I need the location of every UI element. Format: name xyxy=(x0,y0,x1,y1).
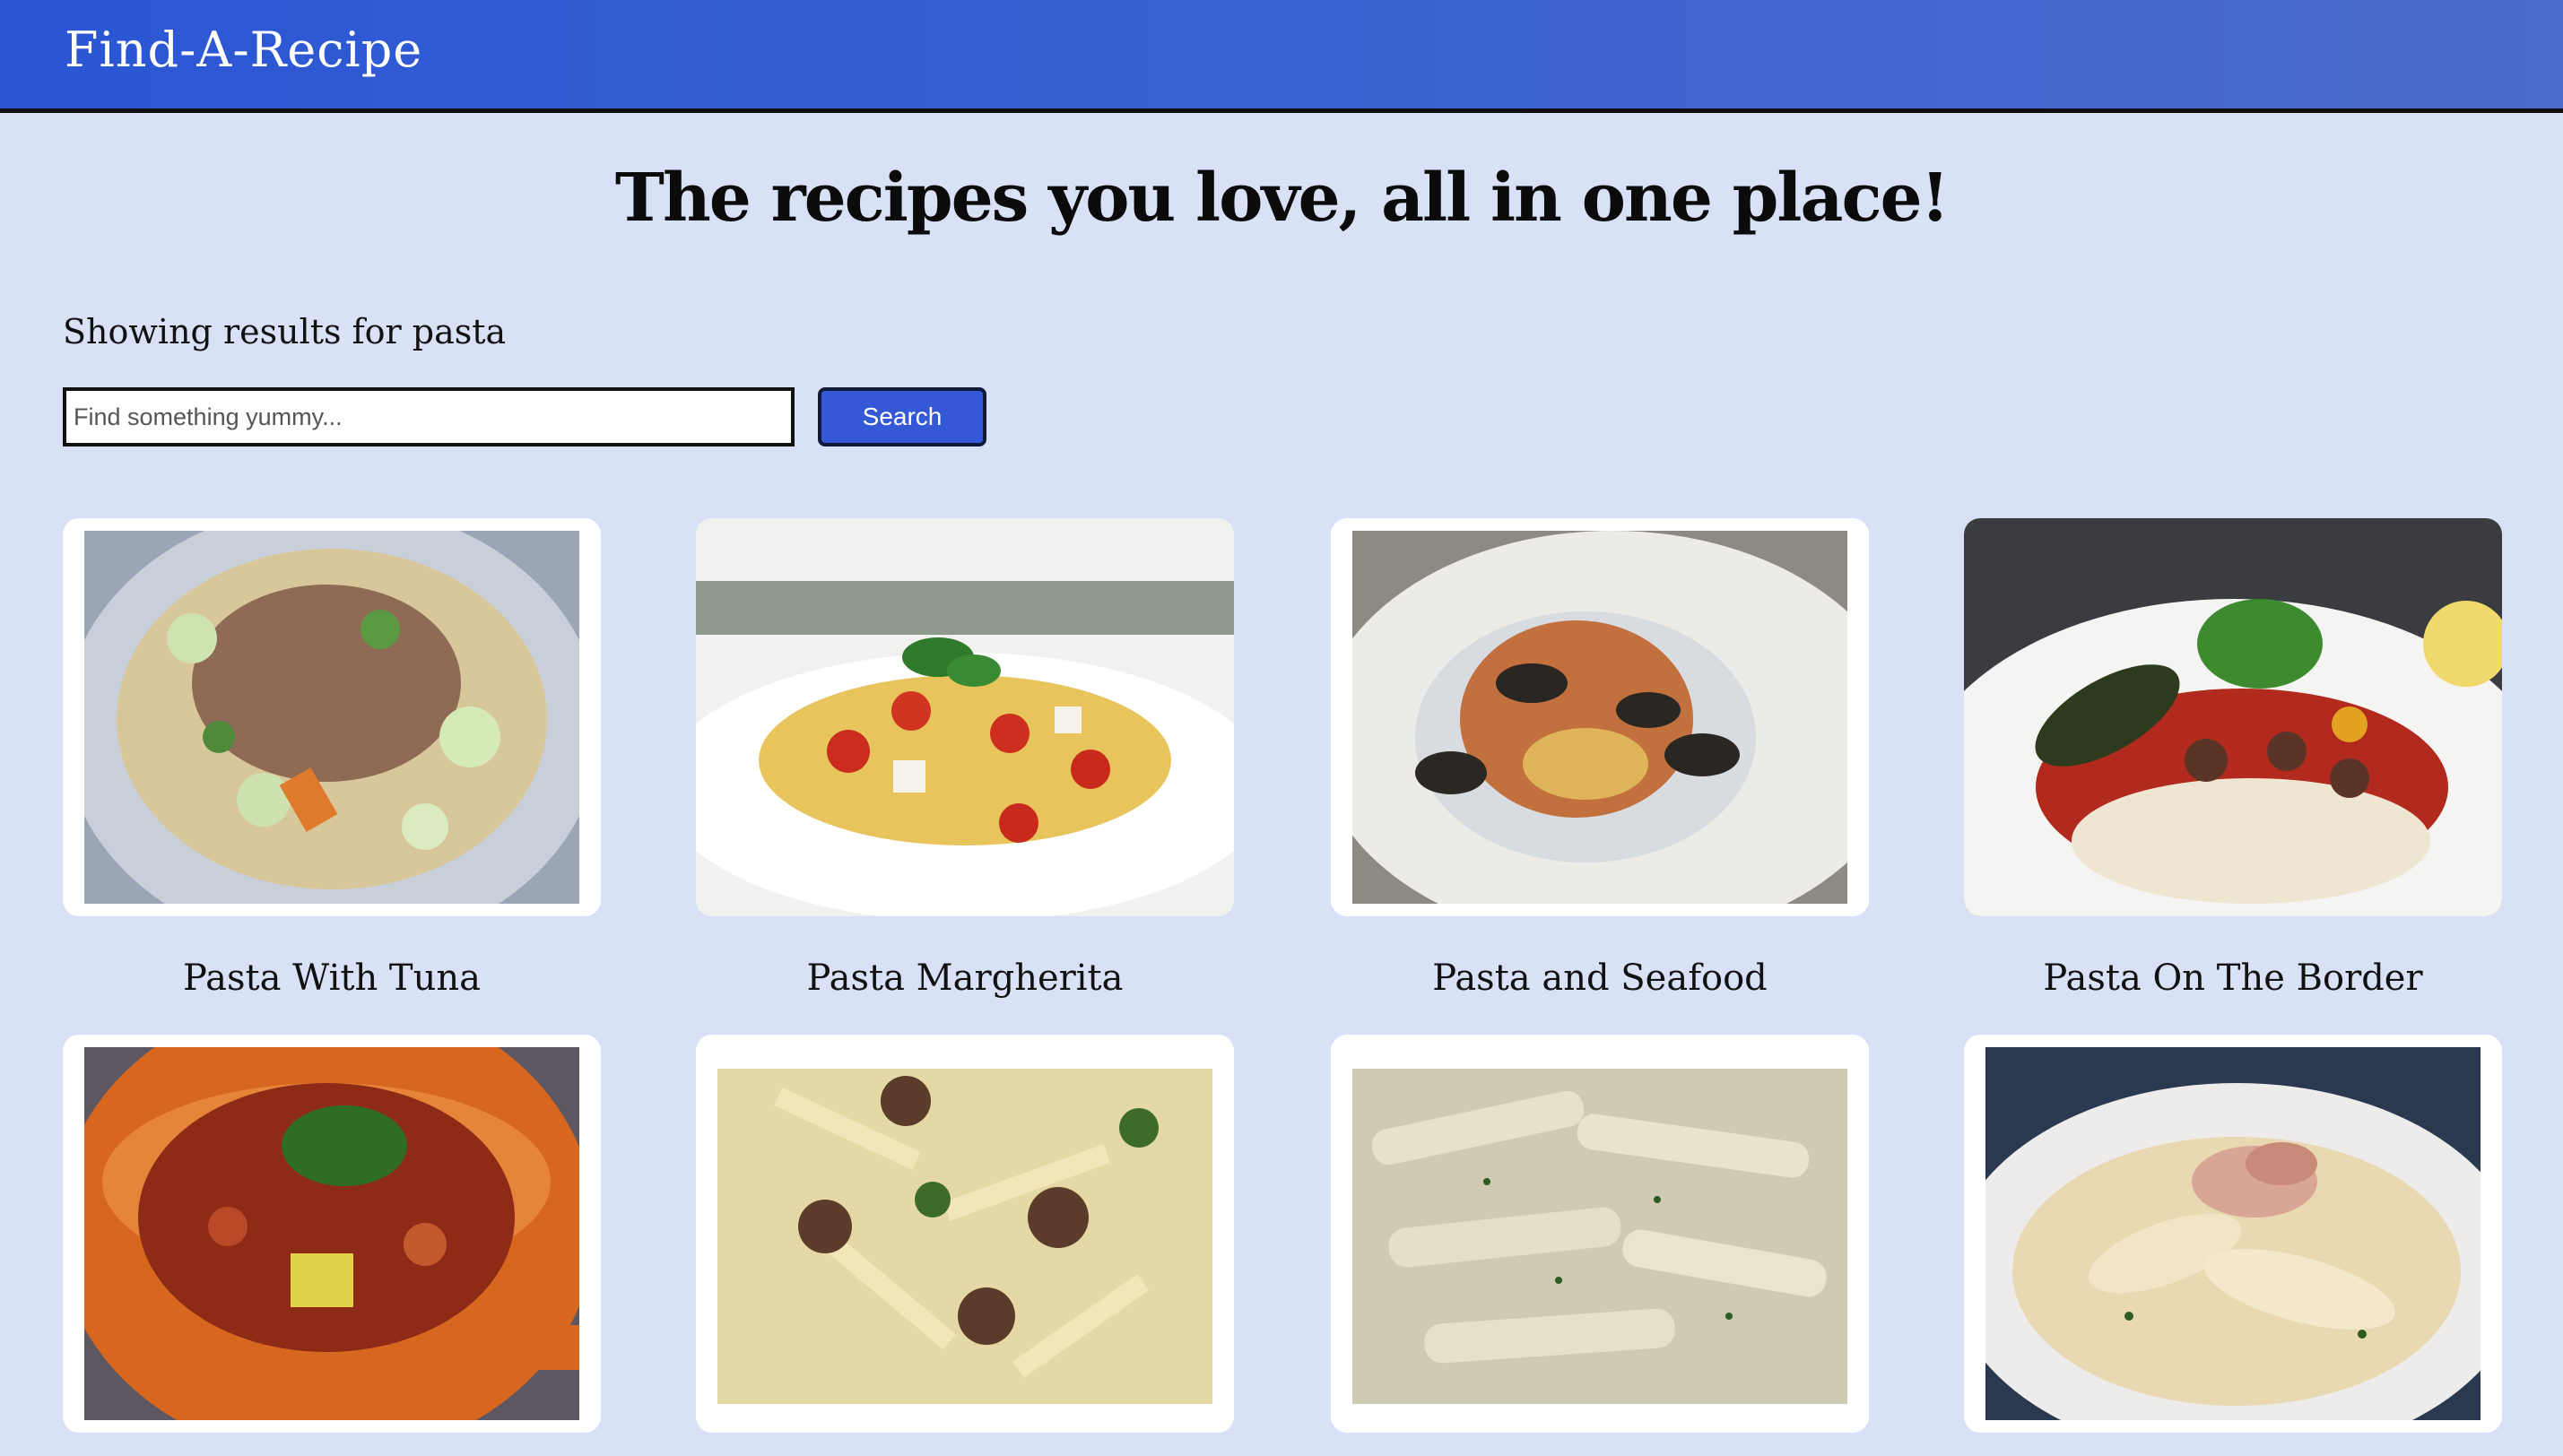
recipe-image[interactable] xyxy=(1964,518,2502,916)
recipe-image[interactable] xyxy=(84,531,579,904)
recipe-image[interactable] xyxy=(717,1047,1212,1420)
search-button[interactable]: Search xyxy=(818,387,986,446)
recipe-title[interactable]: Pasta With Tuna xyxy=(63,958,601,999)
recipe-card[interactable] xyxy=(1331,1035,1869,1433)
top-navbar: Find-A-Recipe xyxy=(0,0,2563,113)
results-query: pasta xyxy=(412,312,507,351)
page-title: The recipes you love, all in one place! xyxy=(614,160,1950,237)
recipe-card[interactable] xyxy=(1331,518,1869,916)
recipe-card[interactable] xyxy=(63,1035,601,1433)
recipe-image[interactable] xyxy=(1352,1047,1847,1420)
recipe-title[interactable]: Pasta On The Border xyxy=(1964,958,2502,999)
recipe-image[interactable] xyxy=(84,1047,579,1420)
recipe-title[interactable]: Pasta and Seafood xyxy=(1331,958,1869,999)
results-summary: Showing results for pasta xyxy=(63,312,506,351)
recipe-card[interactable] xyxy=(1964,518,2502,916)
recipe-image[interactable] xyxy=(1985,1047,2480,1420)
recipe-card[interactable] xyxy=(1964,1035,2502,1433)
brand-logo[interactable]: Find-A-Recipe xyxy=(65,22,422,78)
recipe-image[interactable] xyxy=(696,518,1234,916)
recipe-title[interactable]: Pasta Margherita xyxy=(696,958,1234,999)
recipe-card[interactable] xyxy=(696,1035,1234,1433)
recipe-card[interactable] xyxy=(696,518,1234,916)
search-input[interactable] xyxy=(63,387,795,446)
results-prefix: Showing results for xyxy=(63,312,413,351)
recipe-card[interactable] xyxy=(63,518,601,916)
recipe-image[interactable] xyxy=(1352,531,1847,904)
